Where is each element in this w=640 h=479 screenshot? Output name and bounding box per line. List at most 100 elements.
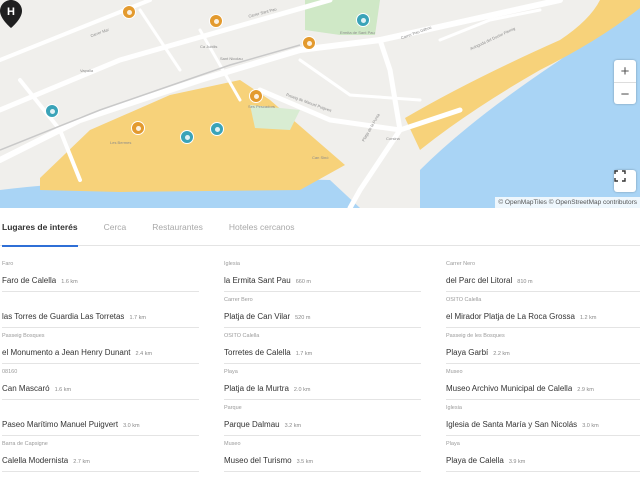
place-name-line: Playa Garbí 2.2 km bbox=[446, 348, 640, 357]
poi-marker-icon[interactable] bbox=[209, 14, 223, 28]
hotel-pin-icon[interactable]: H bbox=[0, 0, 22, 28]
poi-marker-icon[interactable] bbox=[122, 5, 136, 19]
list-item[interactable]: Carrer Nero del Parc del Litoral 810 m bbox=[446, 256, 640, 292]
place-name-line: Can Mascaró 1.6 km bbox=[2, 384, 199, 393]
place-distance: 2.4 km bbox=[135, 351, 153, 357]
map-attribution[interactable]: © OpenMapTiles © OpenStreetMap contribut… bbox=[495, 197, 640, 208]
place-name[interactable]: el Mirador Platja de La Roca Grossa bbox=[446, 312, 575, 321]
place-name[interactable]: Playa Garbí bbox=[446, 348, 488, 357]
place-name[interactable]: Playa de Calella bbox=[446, 456, 504, 465]
list-item[interactable]: Paseo Marítimo Manuel Puigvert 3.0 km bbox=[2, 400, 199, 436]
place-name-line: el Monumento a Jean Henry Dunant 2.4 km bbox=[2, 348, 199, 357]
tab-bar: Lugares de interés Cerca Restaurantes Ho… bbox=[0, 208, 640, 247]
place-name-line: el Mirador Platja de La Roca Grossa 1.2 k… bbox=[446, 312, 640, 321]
place-distance: 2.2 km bbox=[493, 351, 510, 357]
place-name-line: Torretes de Calella 1.7 km bbox=[224, 348, 421, 357]
list-item[interactable]: OSITO Calella el Mirador Platja de La Roc… bbox=[446, 292, 640, 328]
place-distance: 1.6 km bbox=[54, 387, 72, 393]
place-name[interactable]: Torretes de Calella bbox=[224, 348, 291, 357]
list-item[interactable]: Barra de Capsigne Calella Modernista 2.7 k… bbox=[2, 436, 199, 472]
place-name[interactable]: la Ermita Sant Pau bbox=[224, 276, 291, 285]
poi-marker-icon[interactable] bbox=[210, 122, 224, 136]
list-item[interactable]: OSITO Calella Torretes de Calella 1.7 km bbox=[224, 328, 421, 364]
tab-hoteles-cercanos[interactable]: Hoteles cercanos bbox=[229, 208, 295, 246]
place-category: Barra de Capsigne bbox=[2, 441, 48, 447]
list-item[interactable]: Museo Museo del Turismo 3.5 km bbox=[224, 436, 421, 472]
place-name[interactable]: Paseo Marítimo Manuel Puigvert bbox=[2, 420, 118, 429]
zoom-out-button[interactable]: − bbox=[614, 83, 636, 105]
map-label: Sant Nicolau bbox=[220, 56, 243, 61]
place-category bbox=[2, 405, 199, 414]
place-name[interactable]: Faro de Calella bbox=[2, 276, 56, 285]
map-label: Ca Jubilis bbox=[200, 44, 218, 49]
place-category: Playa bbox=[224, 369, 238, 375]
tab-restaurantes[interactable]: Restaurantes bbox=[152, 208, 203, 246]
place-name[interactable]: Calella Modernista bbox=[2, 456, 68, 465]
list-item[interactable]: Carrer Bero Platja de Can Vilar 520 m bbox=[224, 292, 421, 328]
tab-lugares-de-interes[interactable]: Lugares de interés bbox=[2, 208, 78, 247]
place-distance: 2.7 km bbox=[73, 459, 90, 465]
place-name-line: Playa de Calella 3.9 km bbox=[446, 456, 640, 465]
place-name[interactable]: el Monumento a Jean Henry Dunant bbox=[2, 348, 131, 357]
place-name-line: del Parc del Litoral 810 m bbox=[446, 276, 640, 285]
poi-marker-icon[interactable] bbox=[131, 121, 145, 135]
poi-marker-icon[interactable] bbox=[356, 13, 370, 27]
place-distance: 3.2 km bbox=[284, 423, 302, 429]
places-list: Faro Faro de Calella 1.6 km Iglesia la Ermit… bbox=[0, 256, 640, 472]
list-item[interactable]: Faro Faro de Calella 1.6 km bbox=[2, 256, 199, 292]
list-item[interactable]: Parque Parque Dalmau 3.2 km bbox=[224, 400, 421, 436]
place-distance: 810 m bbox=[517, 279, 533, 285]
list-item[interactable]: Passeig Bosques el Monumento a Jean Henry… bbox=[2, 328, 199, 364]
map-label: Can Sinó bbox=[312, 155, 329, 160]
poi-marker-icon[interactable] bbox=[302, 36, 316, 50]
place-category: Museo bbox=[224, 441, 241, 447]
list-item[interactable]: Playa Platja de la Murtra 2.0 km bbox=[224, 364, 421, 400]
place-category bbox=[2, 297, 199, 306]
svg-text:H: H bbox=[7, 6, 15, 18]
place-distance: 520 m bbox=[295, 315, 311, 321]
zoom-in-button[interactable]: + bbox=[614, 60, 636, 82]
place-name-line: Faro de Calella 1.6 km bbox=[2, 276, 199, 285]
fullscreen-button[interactable] bbox=[614, 170, 636, 192]
place-name[interactable]: Museo del Turismo bbox=[224, 456, 292, 465]
place-category: Iglesia bbox=[224, 261, 240, 267]
list-item[interactable]: Iglesia Iglesia de Santa María y San Nico… bbox=[446, 400, 640, 436]
place-name[interactable]: Platja de Can Vilar bbox=[224, 312, 290, 321]
map-label: Ses Pescadors bbox=[248, 104, 275, 109]
list-item[interactable]: 08160 Can Mascaró 1.6 km bbox=[2, 364, 199, 400]
map[interactable]: Carrer Mar Vapalla Ca Jubilis Sant Nicol… bbox=[0, 0, 640, 208]
place-name-line: Museo del Turismo 3.5 km bbox=[224, 456, 421, 465]
list-item[interactable]: las Torres de Guardia Las Torretas 1.7 km bbox=[2, 292, 199, 328]
place-distance: 1.7 km bbox=[129, 315, 146, 321]
place-distance: 1.6 km bbox=[61, 279, 78, 285]
poi-marker-icon[interactable] bbox=[249, 89, 263, 103]
place-name[interactable]: Iglesia de Santa María y San Nicolás bbox=[446, 420, 577, 429]
place-name[interactable]: Museo Archivo Municipal de Calella bbox=[446, 384, 572, 393]
place-name[interactable]: del Parc del Litoral bbox=[446, 276, 512, 285]
place-name-line: Platja de la Murtra 2.0 km bbox=[224, 384, 421, 393]
poi-marker-icon[interactable] bbox=[45, 104, 59, 118]
map-label: Vapalla bbox=[80, 68, 94, 73]
place-category: Passeig Bosques bbox=[2, 333, 45, 339]
poi-marker-icon[interactable] bbox=[180, 130, 194, 144]
place-distance: 2.0 km bbox=[293, 387, 311, 393]
place-name-line: Parque Dalmau 3.2 km bbox=[224, 420, 421, 429]
list-item[interactable]: Playa Playa de Calella 3.9 km bbox=[446, 436, 640, 472]
place-category: Passeig de les Bosques bbox=[446, 333, 505, 339]
place-category: Carrer Bero bbox=[224, 297, 253, 303]
list-item[interactable]: Passeig de les Bosques Playa Garbí 2.2 km bbox=[446, 328, 640, 364]
place-category: Parque bbox=[224, 405, 242, 411]
list-item[interactable]: Museo Museo Archivo Municipal de Calella 2… bbox=[446, 364, 640, 400]
map-label: Corsina bbox=[386, 136, 400, 141]
tab-cerca[interactable]: Cerca bbox=[104, 208, 127, 246]
place-category: 08160 bbox=[2, 369, 18, 375]
place-name[interactable]: Platja de la Murtra bbox=[224, 384, 289, 393]
fullscreen-icon bbox=[614, 170, 626, 182]
place-name-line: Paseo Marítimo Manuel Puigvert 3.0 km bbox=[2, 420, 199, 429]
place-name[interactable]: Can Mascaró bbox=[2, 384, 50, 393]
place-name[interactable]: las Torres de Guardia Las Torretas bbox=[2, 312, 124, 321]
place-distance: 2.9 km bbox=[577, 387, 594, 393]
list-item[interactable]: Iglesia la Ermita Sant Pau 660 m bbox=[224, 256, 421, 292]
place-category: OSITO Calella bbox=[446, 297, 482, 303]
place-name[interactable]: Parque Dalmau bbox=[224, 420, 280, 429]
